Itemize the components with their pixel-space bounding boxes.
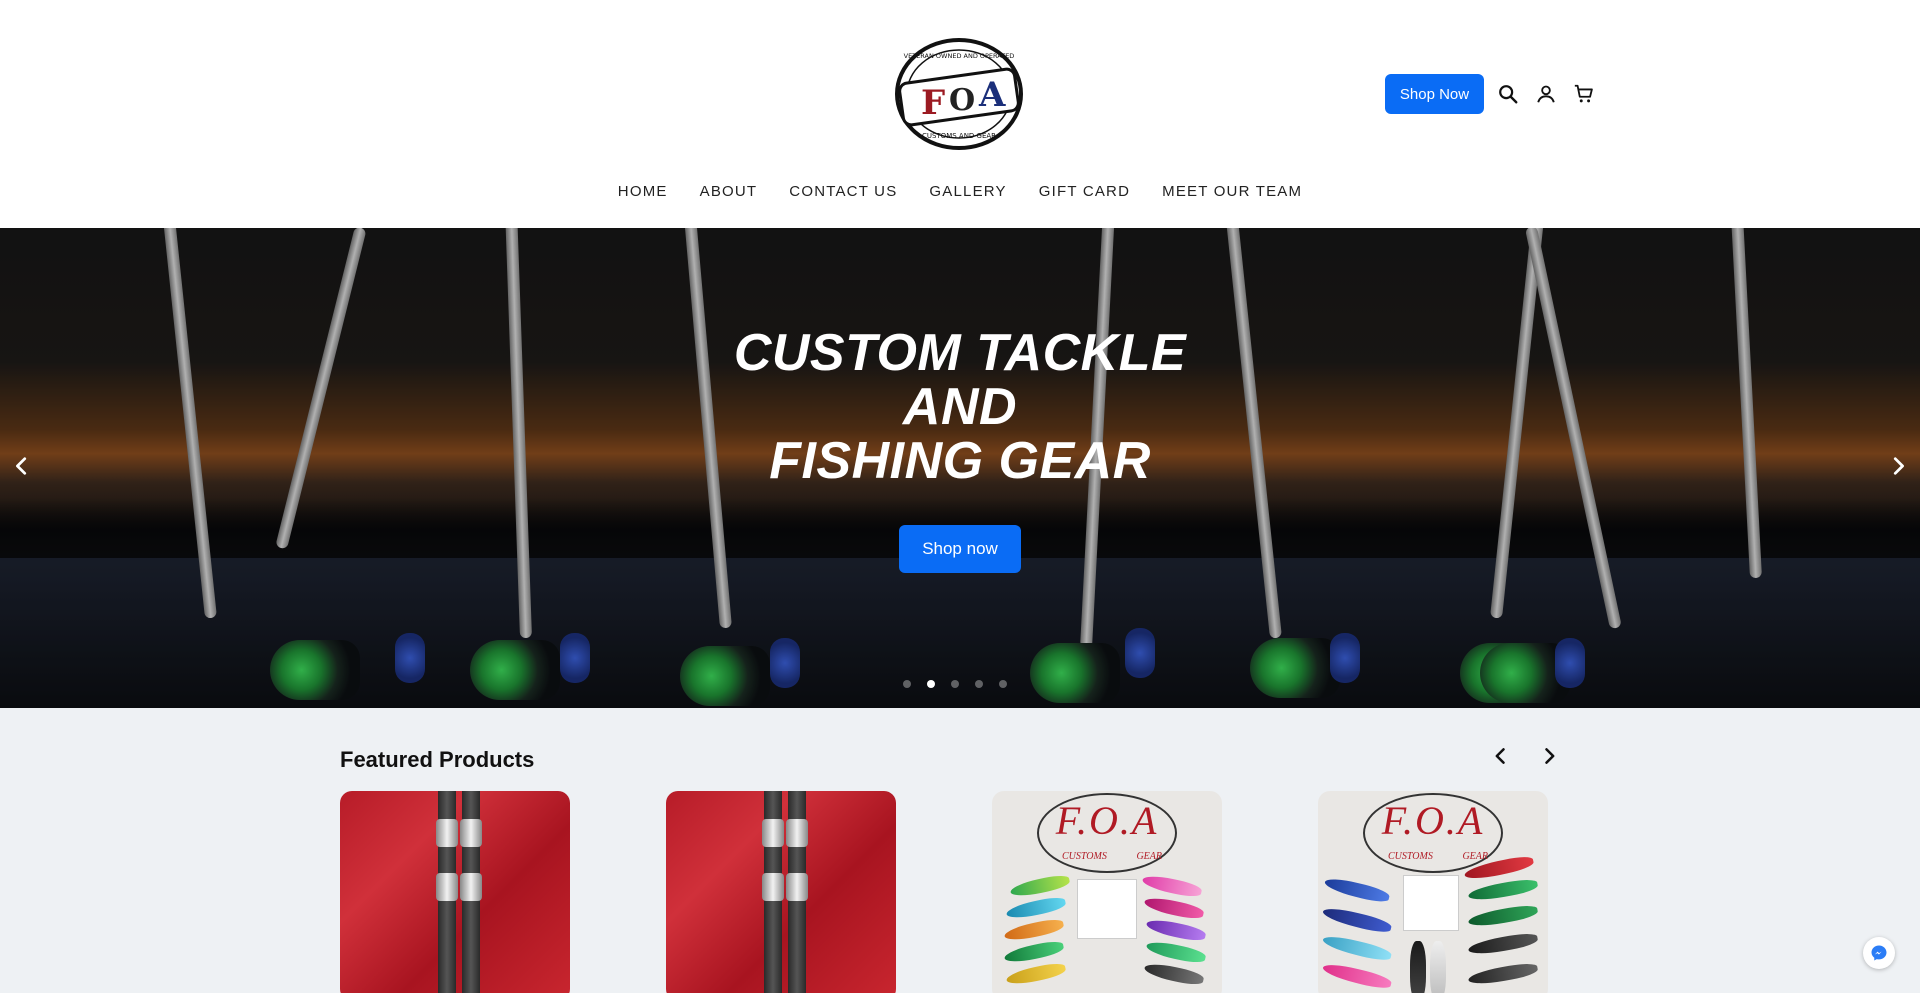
product-4-brand: F.O.A: [1381, 798, 1485, 843]
hero-title-line-3: FISHING GEAR: [769, 432, 1151, 490]
product-3-card: [1077, 879, 1137, 939]
nav-item-about[interactable]: ABOUT: [700, 183, 758, 200]
slide-dot-1[interactable]: [903, 680, 911, 688]
main-nav: HOME ABOUT CONTACT US GALLERY GIFT CARD …: [0, 183, 1920, 200]
product-3-tags: CUSTOMS GEAR: [1062, 851, 1162, 862]
hero-title-line-1: CUSTOM TACKLE: [733, 324, 1187, 382]
product-card-3[interactable]: F.O.A CUSTOMS GEAR: [992, 791, 1222, 993]
hero-next-arrow[interactable]: [1880, 448, 1916, 484]
nav-item-home[interactable]: HOME: [618, 183, 668, 200]
svg-text:O: O: [949, 83, 975, 118]
nav-item-gift-card[interactable]: GIFT CARD: [1039, 183, 1130, 200]
cart-icon[interactable]: [1570, 80, 1598, 108]
slide-dot-3[interactable]: [951, 680, 959, 688]
slide-dot-2[interactable]: [927, 680, 935, 688]
messenger-chat-button[interactable]: [1863, 937, 1895, 969]
hero-prev-arrow[interactable]: [4, 448, 40, 484]
product-3-brand: F.O.A: [1055, 798, 1159, 843]
featured-products-section: [0, 708, 1920, 993]
hero-shop-now-button[interactable]: Shop now: [899, 525, 1021, 573]
slide-dot-5[interactable]: [999, 680, 1007, 688]
shop-now-button[interactable]: Shop Now: [1385, 74, 1484, 114]
header-actions: Shop Now: [1385, 74, 1598, 114]
site-header: F O A VETERAN OWNED AND OPERATED CUSTOMS…: [0, 0, 1920, 228]
svg-text:A: A: [978, 75, 1006, 115]
featured-next-arrow[interactable]: [1535, 742, 1563, 770]
hero-title: CUSTOM TACKLE AND FISHING GEAR: [660, 326, 1260, 488]
account-icon[interactable]: [1532, 80, 1560, 108]
hero-title-line-2: AND: [902, 378, 1018, 436]
featured-prev-arrow[interactable]: [1487, 742, 1515, 770]
featured-products-title: Featured Products: [340, 747, 535, 772]
nav-item-gallery[interactable]: GALLERY: [929, 183, 1006, 200]
slide-dot-4[interactable]: [975, 680, 983, 688]
logo-ring-bottom: CUSTOMS AND GEAR: [922, 132, 996, 140]
product-4-tags: CUSTOMS GEAR: [1388, 851, 1488, 862]
product-4-left-tag: CUSTOMS: [1388, 851, 1433, 862]
site-logo[interactable]: F O A VETERAN OWNED AND OPERATED CUSTOMS…: [893, 38, 1025, 150]
logo-ring-top: VETERAN OWNED AND OPERATED: [904, 52, 1015, 60]
product-card-1[interactable]: [340, 791, 570, 993]
svg-text:F: F: [921, 83, 945, 123]
product-4-card: [1403, 875, 1459, 931]
slide-indicators: [903, 680, 1007, 688]
product-card-4[interactable]: F.O.A CUSTOMS GEAR: [1318, 791, 1548, 993]
product-3-right-tag: GEAR: [1136, 851, 1162, 862]
nav-item-contact-us[interactable]: CONTACT US: [789, 183, 897, 200]
featured-carousel-controls: [1487, 742, 1563, 770]
nav-item-meet-our-team[interactable]: MEET OUR TEAM: [1162, 183, 1302, 200]
product-3-left-tag: CUSTOMS: [1062, 851, 1107, 862]
product-card-2[interactable]: [666, 791, 896, 993]
search-icon[interactable]: [1494, 80, 1522, 108]
product-4-right-tag: GEAR: [1462, 851, 1488, 862]
